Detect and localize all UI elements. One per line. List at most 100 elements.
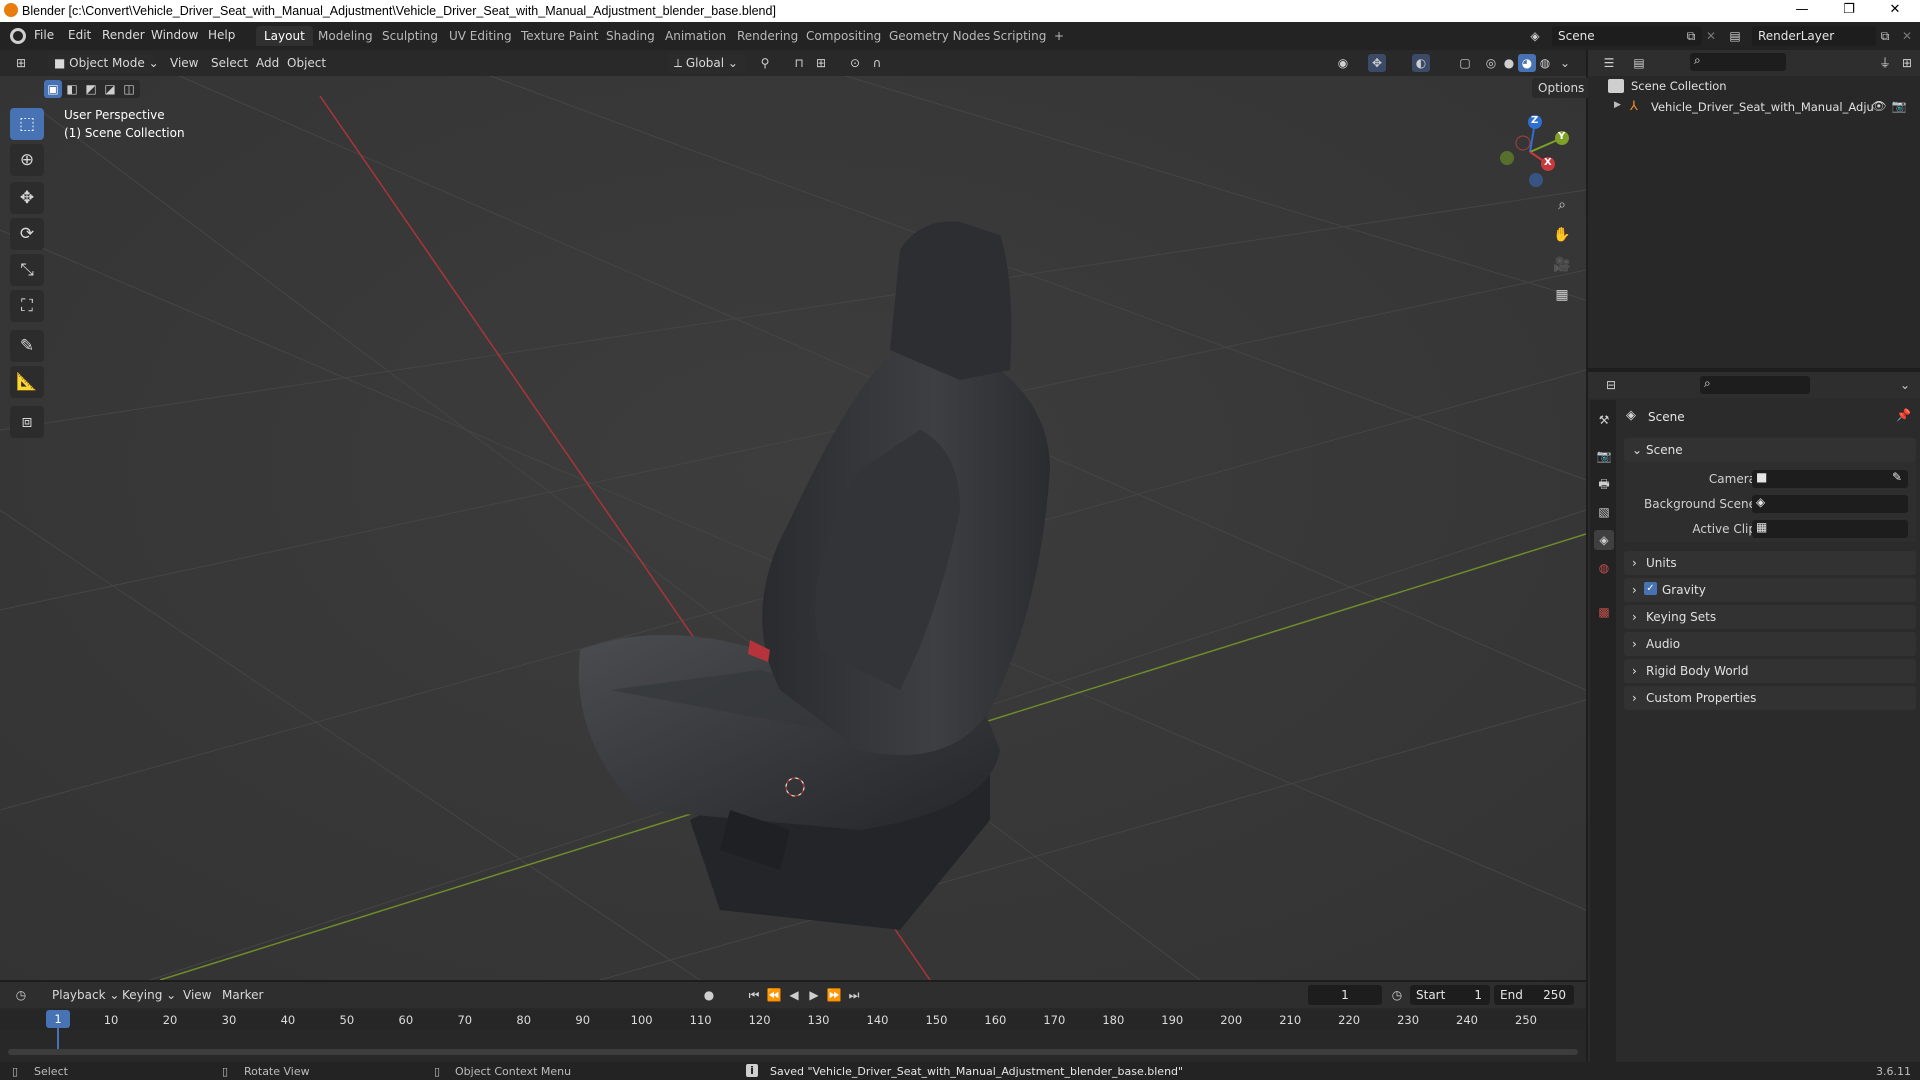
cursor-tool-icon[interactable]: ⊕	[10, 144, 44, 176]
select-invert-icon[interactable]: ◪	[101, 80, 119, 98]
tab-uv-editing[interactable]: UV Editing	[441, 26, 520, 46]
scene-tab-icon[interactable]: ◈	[1594, 530, 1614, 550]
menu-keying[interactable]: Keying ⌄	[116, 985, 182, 1005]
eyedropper-icon[interactable]: ✎	[1892, 470, 1902, 484]
prev-keyframe-icon[interactable]: ⏪	[765, 986, 783, 1004]
view-layer-field[interactable]: RenderLayer	[1752, 26, 1876, 46]
menu-object[interactable]: Object	[281, 53, 332, 73]
playhead-frame-label[interactable]: 1	[46, 1010, 70, 1028]
gravity-panel-header[interactable]: › ✓ Gravity	[1624, 578, 1916, 602]
transform-tool-icon[interactable]: ⛶	[10, 290, 44, 322]
timeline-scrollbar[interactable]	[8, 1049, 1578, 1055]
gravity-checkbox[interactable]: ✓	[1644, 582, 1657, 595]
play-icon[interactable]: ▶	[805, 986, 823, 1004]
menu-render[interactable]: Render	[102, 28, 145, 42]
menu-file[interactable]: File	[34, 28, 54, 42]
tab-rendering[interactable]: Rendering	[729, 26, 806, 46]
editor-type-icon[interactable]: ⊞	[12, 54, 30, 72]
menu-select[interactable]: Select	[205, 53, 254, 73]
tab-geometry-nodes[interactable]: Geometry Nodes	[881, 26, 998, 46]
keying-sets-panel-header[interactable]: › Keying Sets	[1624, 605, 1916, 629]
annotate-tool-icon[interactable]: ✎	[10, 330, 44, 362]
scene-field[interactable]: Scene	[1552, 26, 1702, 46]
next-keyframe-icon[interactable]: ⏩	[825, 986, 843, 1004]
timeline-editor-type-icon[interactable]: ◷	[12, 986, 30, 1004]
close-button[interactable]: ✕	[1880, 2, 1910, 20]
tool-tab-icon[interactable]: ⚒	[1594, 410, 1614, 430]
play-reverse-icon[interactable]: ◀	[785, 986, 803, 1004]
menu-playback[interactable]: Playback ⌄	[46, 985, 125, 1005]
mode-dropdown[interactable]: ■ Object Mode ⌄	[48, 53, 159, 73]
outliner-object-row[interactable]: Vehicle_Driver_Seat_with_Manual_Adju	[1651, 100, 1874, 114]
wireframe-shading-icon[interactable]: ◎	[1482, 54, 1500, 72]
measure-tool-icon[interactable]: 📐	[10, 366, 44, 398]
outliner-search-input[interactable]: ⌕	[1690, 53, 1786, 71]
rotate-tool-icon[interactable]: ⟳	[10, 218, 44, 250]
audio-panel-header[interactable]: › Audio	[1624, 632, 1916, 656]
new-view-layer-icon[interactable]: ⧉	[1876, 27, 1894, 45]
select-new-icon[interactable]: ▣	[44, 80, 62, 98]
menu-marker[interactable]: Marker	[216, 985, 269, 1005]
navigation-gizmo[interactable]: Z Y X	[1490, 110, 1570, 190]
output-tab-icon[interactable]: 🖶	[1594, 474, 1614, 494]
add-workspace-button[interactable]: +	[1046, 26, 1072, 46]
custom-properties-panel-header[interactable]: › Custom Properties	[1624, 686, 1916, 710]
active-clip-field[interactable]: ▦	[1752, 520, 1908, 538]
camera-field[interactable]: ■ ✎	[1752, 470, 1908, 488]
maximize-button[interactable]: ❐	[1834, 2, 1864, 20]
filter-icon[interactable]: ⏚	[1876, 54, 1894, 72]
properties-options-icon[interactable]: ⌄	[1896, 376, 1914, 394]
jump-end-icon[interactable]: ⏭	[845, 986, 863, 1004]
menu-view[interactable]: View	[164, 53, 204, 73]
auto-keying-icon[interactable]: ●	[700, 986, 718, 1004]
preview-range-icon[interactable]: ◷	[1388, 986, 1406, 1004]
start-frame-field[interactable]: Start 1	[1410, 985, 1490, 1005]
pan-hand-icon[interactable]: ✋	[1553, 226, 1571, 244]
end-frame-field[interactable]: End 250	[1494, 985, 1574, 1005]
units-panel-header[interactable]: › Units	[1624, 551, 1916, 575]
gizmo-toggle-icon[interactable]: ✥	[1368, 54, 1386, 72]
add-cube-tool-icon[interactable]: ⧈	[10, 406, 44, 438]
tab-animation[interactable]: Animation	[657, 26, 734, 46]
tab-layout[interactable]: Layout	[256, 26, 313, 46]
tab-scripting[interactable]: Scripting	[985, 26, 1054, 46]
xray-toggle-icon[interactable]: ▢	[1456, 54, 1474, 72]
perspective-toggle-icon[interactable]: ▦	[1553, 286, 1571, 304]
texture-tab-icon[interactable]: ▩	[1594, 602, 1614, 622]
jump-start-icon[interactable]: ⏮	[745, 986, 763, 1004]
zoom-icon[interactable]: ⌕	[1553, 196, 1571, 214]
new-collection-icon[interactable]: ⊞	[1898, 54, 1916, 72]
expand-arrow-icon[interactable]: ▶	[1614, 100, 1621, 110]
visibility-icon[interactable]: ◉	[1334, 54, 1352, 72]
scene-selector-icon[interactable]: ◈	[1526, 27, 1544, 45]
pin-icon[interactable]: 📌	[1896, 408, 1911, 422]
visibility-eye-icon[interactable]: 👁	[1870, 97, 1888, 115]
select-box-tool-icon[interactable]: ⬚	[10, 108, 44, 140]
tab-texture-paint[interactable]: Texture Paint	[513, 26, 606, 46]
minimize-button[interactable]: —	[1787, 2, 1817, 20]
menu-add[interactable]: Add	[250, 53, 285, 73]
render-tab-icon[interactable]: 📷	[1594, 446, 1614, 466]
rigid-body-world-panel-header[interactable]: › Rigid Body World	[1624, 659, 1916, 683]
solid-shading-icon[interactable]: ●	[1500, 54, 1518, 72]
3d-viewport[interactable]: User Perspective (1) Scene Collection Z …	[0, 50, 1586, 980]
view-layer-tab-icon[interactable]: ▧	[1594, 502, 1614, 522]
scale-tool-icon[interactable]: ⤡	[10, 254, 44, 286]
delete-scene-icon[interactable]: ✕	[1702, 27, 1720, 45]
background-scene-field[interactable]: ◈	[1752, 495, 1908, 513]
delete-view-layer-icon[interactable]: ✕	[1898, 27, 1916, 45]
display-mode-icon[interactable]: ▤	[1630, 54, 1648, 72]
tab-compositing[interactable]: Compositing	[798, 26, 889, 46]
properties-editor-type-icon[interactable]: ⊟	[1602, 376, 1620, 394]
camera-view-icon[interactable]: 🎥	[1553, 256, 1571, 274]
overlay-toggle-icon[interactable]: ◐	[1412, 54, 1430, 72]
pivot-point-icon[interactable]: ⚲	[756, 54, 774, 72]
move-tool-icon[interactable]: ✥	[10, 182, 44, 214]
world-tab-icon[interactable]: ◍	[1594, 558, 1614, 578]
falloff-icon[interactable]: ∩	[868, 54, 886, 72]
scene-panel-header[interactable]: ⌄ Scene	[1624, 438, 1916, 462]
blender-menu-icon[interactable]	[10, 28, 26, 44]
menu-timeline-view[interactable]: View	[177, 985, 217, 1005]
snap-target-icon[interactable]: ⊞	[812, 54, 830, 72]
scene-collection-label[interactable]: Scene Collection	[1631, 79, 1727, 93]
